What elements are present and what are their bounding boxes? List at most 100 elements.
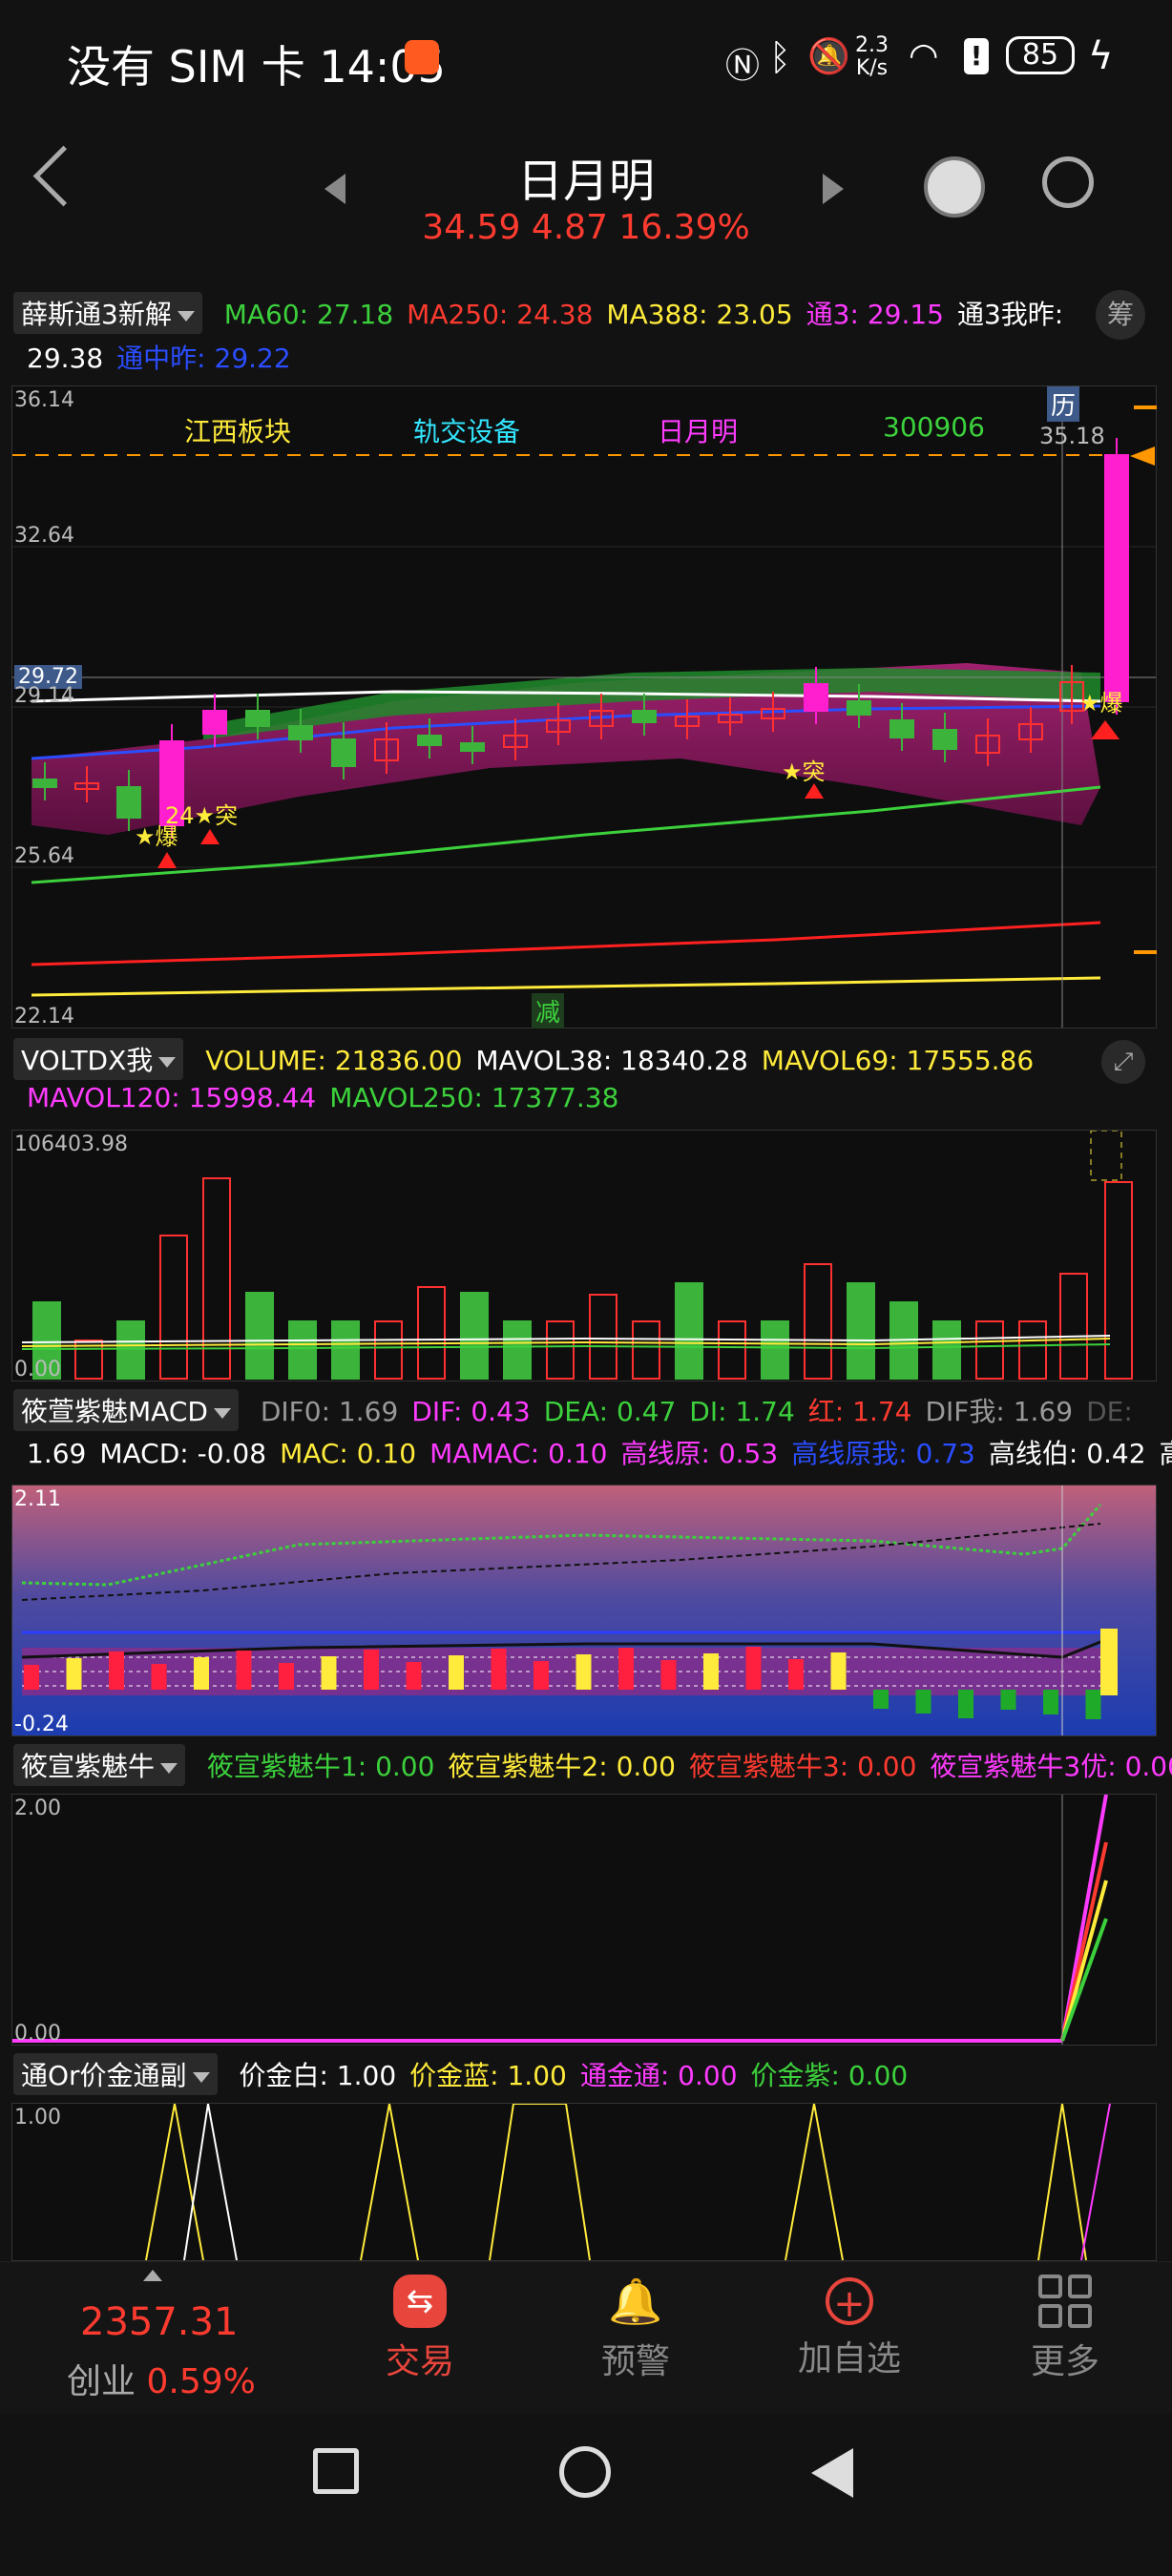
y-axis-1: 32.64 (14, 524, 74, 548)
macd-bar (788, 1659, 804, 1690)
jin-spike (145, 2103, 204, 2261)
volume-bar (932, 1320, 961, 1380)
status-left: 没有 SIM 卡 14:05 (67, 32, 446, 95)
jin-line-purple (1080, 2103, 1111, 2261)
candle-body (847, 700, 871, 716)
candle-body (32, 779, 57, 788)
volume-bar (546, 1320, 575, 1380)
reduce-label: 减 (532, 993, 565, 1028)
jin-svg (145, 2103, 1111, 2261)
charging-icon: ϟ (1088, 34, 1114, 78)
expand-icon[interactable]: ⤢ (1101, 1040, 1145, 1084)
sector-tag-3[interactable]: 300906 (883, 411, 985, 443)
vol-indicator-values-2: MAVOL120: 15998.44 MAVOL250: 17377.38 (13, 1082, 618, 1113)
indicator-value: 红: 1.74 (807, 1396, 912, 1427)
sector-tag-0[interactable]: 江西板块 (184, 411, 291, 449)
macd-indicator-values-2: 1.69 MACD: -0.08 MAC: 0.10 MAMAC: 0.10 高线原: … (13, 1438, 1172, 1469)
macd-panel-header: 筱萱紫魅MACD DIF0: 1.69 DIF: 0.43 DEA: 0.47 DI:… (13, 1389, 1133, 1431)
battery-icon: 85 (1006, 36, 1075, 74)
volume-bar (632, 1320, 660, 1380)
candlestick-chart[interactable]: 36.14 32.64 29.72 29.14 25.64 22.14 江西板块… (11, 385, 1157, 1028)
macd-bar (1100, 1629, 1118, 1695)
macd-y-top: 2.11 (14, 1487, 61, 1511)
carrier-label: 没有 SIM 卡 (67, 41, 305, 93)
stock-title: 日月明 (516, 155, 655, 208)
nav-alert[interactable]: 🔔 预警 (578, 2275, 693, 2383)
macd-bar (1043, 1690, 1058, 1714)
sector-tag-1[interactable]: 轨交设备 (413, 411, 520, 449)
macd-indicator-select[interactable]: 筱萱紫魅MACD (13, 1389, 239, 1431)
candle-body (889, 719, 914, 738)
candle-body (245, 710, 270, 727)
volume-chart[interactable]: 106403.98 0.00 (11, 1130, 1157, 1381)
vol-y-bottom: 0.00 (14, 1358, 61, 1381)
jin-indicator-select[interactable]: 通Or价金通副 (13, 2053, 218, 2095)
index-expand-icon[interactable] (143, 2270, 162, 2281)
indicator-value: 筱宣紫魅牛2: 0.00 (448, 1751, 676, 1782)
niu-y-bottom: 0.00 (14, 2022, 61, 2046)
volume-bar (718, 1320, 746, 1380)
candle-body (632, 710, 657, 723)
y-axis-3: 25.64 (14, 844, 74, 868)
candle-body (331, 738, 356, 767)
nav-trade[interactable]: ⇆ 交易 (363, 2275, 477, 2383)
jin-chart[interactable]: 1.00 (11, 2103, 1157, 2261)
system-back-icon[interactable] (811, 2448, 853, 2498)
niu-line-2 (1060, 1880, 1108, 2042)
history-badge[interactable]: 历 (1047, 386, 1080, 422)
indicator-value: MA60: 27.18 (223, 299, 394, 330)
nav-alert-label: 预警 (600, 2342, 670, 2381)
candlestick-svg (12, 386, 1156, 1028)
ma250-line (31, 921, 1101, 966)
nav-more-label: 更多 (1030, 2342, 1099, 2381)
vol-indicator-select[interactable]: VOLTDX我 (13, 1038, 184, 1080)
sector-tag-2[interactable]: 日月明 (658, 411, 738, 449)
volume-bar (1018, 1320, 1047, 1380)
alert-icon: ! (964, 38, 989, 74)
status-bar: 没有 SIM 卡 14:05 Ⓝ ᛒ 🔕 2.3 K/s ◠ ! 85 ϟ (0, 0, 1172, 114)
main-indicator-select[interactable]: 薛斯通3新解 (13, 292, 202, 334)
volume-bar (116, 1320, 145, 1380)
niu-chart[interactable]: 2.00 0.00 (11, 1794, 1157, 2046)
volume-bar (1104, 1181, 1133, 1380)
home-icon[interactable] (559, 2446, 611, 2498)
nav-add-label: 加自选 (797, 2339, 901, 2379)
recents-icon[interactable] (313, 2448, 359, 2494)
indicator-value: MAVOL120: 15998.44 (27, 1082, 317, 1113)
trade-icon: ⇆ (393, 2275, 447, 2328)
main-indicator-values-2: 29.38 通中昨: 29.22 (13, 343, 291, 374)
indicator-value: 29.38 (27, 343, 104, 374)
niu-indicator-select[interactable]: 筱宣紫魅牛 (13, 1744, 186, 1786)
macd-bar (618, 1648, 634, 1690)
indicator-value: MAMAC: 0.10 (429, 1438, 608, 1469)
nav-trade-label: 交易 (385, 2342, 454, 2381)
indicator-value: MAVOL69: 17555.86 (761, 1045, 1035, 1076)
jin-spike (360, 2103, 419, 2261)
n24-text: 24 (165, 802, 195, 829)
nav-more[interactable]: 更多 (1008, 2275, 1122, 2383)
indicator-value: DIF: 0.43 (411, 1396, 531, 1427)
mute-icon: 🔕 (807, 37, 850, 76)
signal-label-tu2: ★突 (782, 758, 826, 785)
chips-button[interactable]: 筹 (1096, 290, 1145, 340)
volume-bar (245, 1292, 274, 1380)
indicator-value: 高线原我: 0.73 (791, 1438, 975, 1469)
candle-body (804, 683, 828, 712)
volume-bar (761, 1320, 789, 1380)
macd-chart[interactable]: 2.11 -0.24 (11, 1485, 1157, 1736)
price-marker-right (1134, 405, 1157, 409)
bell-icon: 🔔 (608, 2275, 663, 2327)
index-info[interactable]: 创业 0.59% (67, 2354, 256, 2403)
macd-bar (151, 1664, 167, 1690)
nav-add-watchlist[interactable]: + 加自选 (783, 2275, 916, 2380)
nfc-icon: Ⓝ (725, 47, 761, 86)
macd-bar (364, 1650, 379, 1690)
macd-bar (576, 1654, 592, 1690)
index-value[interactable]: 2357.31 (80, 2300, 238, 2344)
net-speed-unit: K/s (855, 56, 889, 80)
indicator-value: 通3我昨: (956, 299, 1064, 330)
macd-bar (873, 1690, 889, 1709)
indicator-value: MAVOL38: 18340.28 (475, 1045, 748, 1076)
indicator-value: 高线 (1160, 1438, 1172, 1469)
volume-bar (1059, 1273, 1088, 1380)
